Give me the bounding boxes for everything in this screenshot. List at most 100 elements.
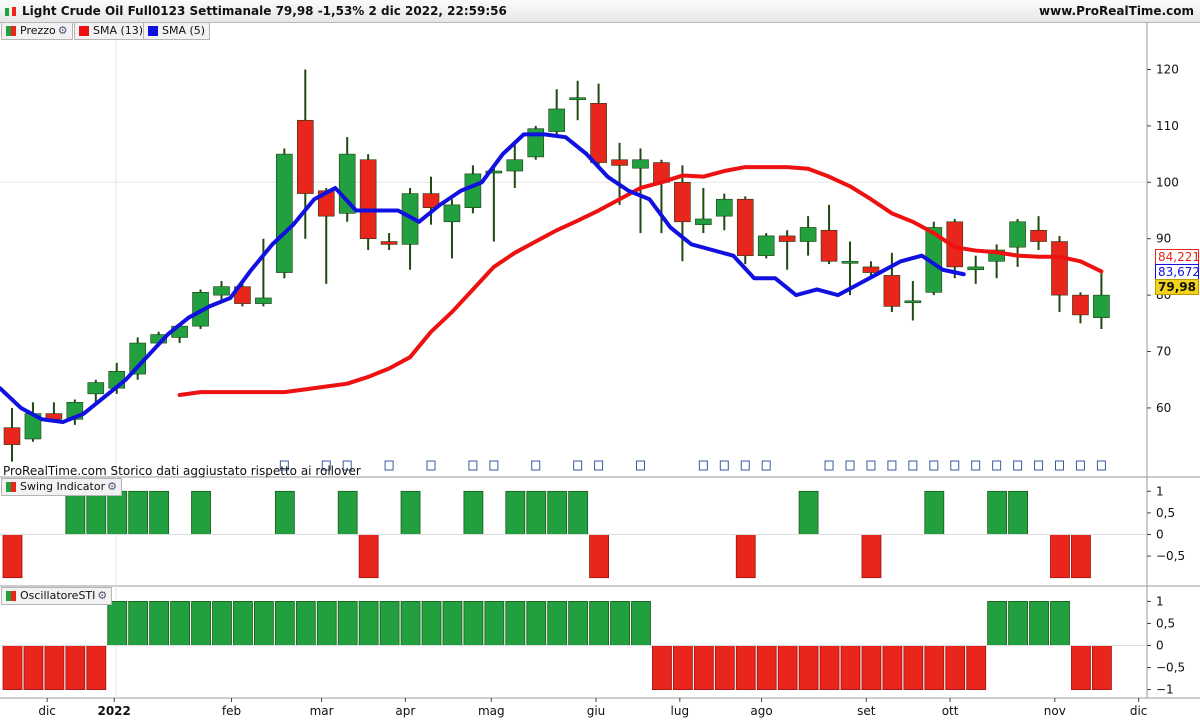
y-tick-label: 0,5: [1156, 506, 1175, 520]
indicator-bar: [316, 601, 337, 646]
indicator-bar: [924, 490, 945, 535]
sma13-swatch: [79, 26, 89, 36]
chart-canvas[interactable]: 6070809010011012010,50−0,510,50−0,5−1dic…: [0, 0, 1200, 720]
event-marker-icon: [992, 460, 1002, 471]
rollover-note: ProRealTime.com Storico dati aggiustato …: [3, 464, 361, 478]
y-tick-label: 0,5: [1156, 616, 1175, 630]
candle-body: [674, 182, 691, 223]
event-marker-icon: [908, 460, 918, 471]
wrench-icon[interactable]: ⚙: [58, 24, 68, 37]
indicator-bar: [547, 490, 568, 535]
event-marker-icon: [971, 460, 981, 471]
indicator-bar: [463, 490, 484, 535]
candle-body: [778, 235, 796, 242]
candle-body: [820, 229, 838, 262]
indicator-bar: [1071, 534, 1091, 579]
y-tick-label: 1: [1156, 484, 1164, 498]
candle-body: [1030, 229, 1047, 242]
indicator-bar: [484, 601, 505, 646]
wrench-icon[interactable]: ⚙: [107, 480, 117, 493]
indicator-bar: [128, 490, 149, 535]
y-tick-label: 1: [1156, 594, 1164, 608]
candle-body: [799, 227, 817, 242]
indicator-bar: [2, 534, 23, 579]
indicator-bar: [421, 601, 442, 646]
candle-body: [464, 173, 482, 208]
indicator-bar: [798, 645, 819, 690]
indicator-bar: [149, 490, 170, 535]
event-marker-icon: [950, 460, 960, 471]
indicator-bar: [274, 601, 295, 646]
x-tick-label: mag: [478, 704, 505, 718]
indicator-bar: [673, 645, 693, 690]
event-marker-icon: [489, 460, 499, 471]
indicator-bar: [1050, 601, 1070, 646]
osc-swatch: [6, 591, 16, 601]
event-marker-icon: [761, 460, 771, 471]
indicator-bar: [191, 490, 211, 535]
indicator-bar: [442, 601, 463, 646]
legend-osc[interactable]: OscillatoreSTI ⚙: [1, 587, 113, 605]
indicator-bar: [840, 645, 861, 690]
candle-body: [548, 108, 566, 132]
y-tick-label: 100: [1156, 175, 1179, 189]
indicator-bar: [945, 645, 966, 690]
last-price-tag: 79,98: [1155, 279, 1199, 295]
indicator-bar: [212, 601, 232, 646]
legend-sma13-label: SMA (13): [93, 24, 144, 37]
event-marker-icon: [929, 460, 939, 471]
indicator-bar: [2, 645, 23, 690]
indicator-bar: [86, 490, 107, 535]
indicator-bar: [149, 601, 170, 646]
candle-body: [1072, 294, 1089, 316]
legend-swing-label: Swing Indicator: [20, 480, 106, 493]
event-marker-icon: [1055, 460, 1064, 471]
indicator-bar: [714, 645, 735, 690]
event-marker-icon: [845, 460, 855, 471]
candle-body: [1093, 294, 1110, 318]
indicator-bar: [463, 601, 484, 646]
candle-body: [380, 241, 398, 245]
x-tick-label: ago: [750, 704, 772, 718]
indicator-bar: [337, 490, 358, 535]
candle-body: [757, 235, 775, 256]
indicator-bar: [861, 645, 882, 690]
indicator-bar: [798, 490, 819, 535]
event-marker-icon: [573, 460, 583, 471]
legend-sma5[interactable]: SMA (5): [143, 22, 211, 40]
indicator-bar: [44, 645, 65, 690]
event-marker-icon: [740, 460, 750, 471]
indicator-bar: [589, 601, 609, 646]
indicator-bar: [819, 645, 840, 690]
x-tick-label: 2022: [97, 704, 130, 718]
event-marker-icon: [468, 460, 478, 471]
legend-sma13[interactable]: SMA (13): [74, 22, 149, 40]
indicator-bar: [631, 601, 651, 646]
indicator-bar: [65, 490, 86, 535]
event-marker-icon: [887, 460, 897, 471]
indicator-bar: [191, 601, 211, 646]
indicator-bar: [882, 645, 903, 690]
legend-price-label: Prezzo: [20, 24, 56, 37]
legend-price[interactable]: Prezzo ⚙: [1, 22, 73, 40]
indicator-bar: [65, 645, 86, 690]
candle-body: [3, 427, 21, 445]
indicator-bar: [1029, 601, 1049, 646]
indicator-bar: [777, 645, 798, 690]
sma13-price-tag: 84,221: [1155, 249, 1200, 265]
candle-body: [276, 153, 293, 273]
indicator-bar: [107, 490, 128, 535]
candle-body: [443, 204, 461, 223]
candle-body: [904, 300, 922, 304]
legend-osc-label: OscillatoreSTI: [20, 589, 96, 602]
candle-body: [213, 286, 230, 296]
legend-swing[interactable]: Swing Indicator ⚙: [1, 478, 122, 496]
wrench-icon[interactable]: ⚙: [97, 589, 107, 602]
candle-body: [967, 266, 985, 271]
candle-body: [506, 159, 524, 172]
candle-body: [715, 198, 733, 217]
indicator-bar: [526, 601, 547, 646]
indicator-bar: [735, 534, 756, 579]
y-tick-label: 60: [1156, 401, 1171, 415]
indicator-bar: [526, 490, 547, 535]
